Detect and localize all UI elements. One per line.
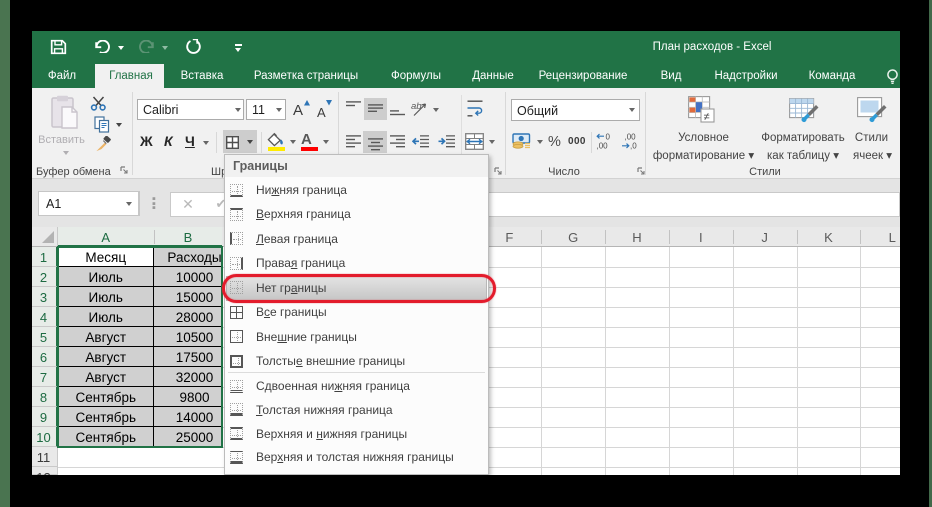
svg-text:,00: ,00 <box>625 133 637 142</box>
svg-text:0: 0 <box>606 133 611 142</box>
svg-text:,00: ,00 <box>597 142 609 151</box>
svg-text:,0: ,0 <box>630 142 637 151</box>
svg-text:≠: ≠ <box>704 111 710 123</box>
